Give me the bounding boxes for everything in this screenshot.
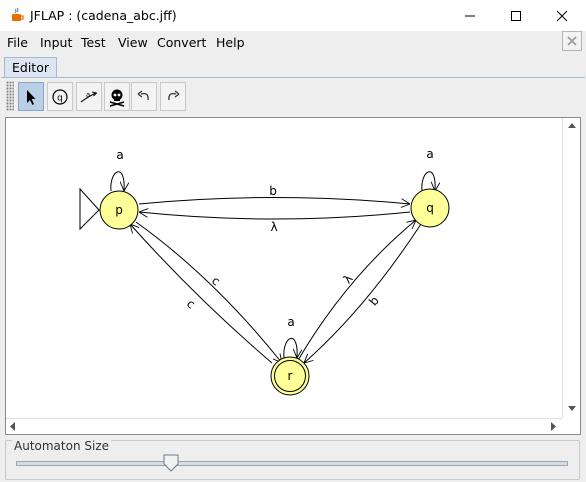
scroll-right-icon[interactable] (551, 422, 556, 431)
close-button[interactable] (539, 0, 585, 31)
minimize-icon (465, 15, 475, 16)
tab-divider (1, 77, 585, 78)
arrow-pointer-icon (27, 89, 36, 105)
label-r-p: c (184, 296, 198, 311)
close-tab-button[interactable] (562, 31, 582, 51)
scroll-up-icon[interactable] (568, 123, 576, 128)
label-r-r: a (287, 315, 294, 329)
window-title: JFLAP : (cadena_abc.jff) (30, 8, 177, 23)
deleter-tool[interactable] (104, 82, 130, 111)
state-creator-tool[interactable]: q (47, 82, 73, 111)
menu-input[interactable]: Input (40, 35, 72, 50)
tab-strip (0, 55, 586, 78)
maximize-button[interactable] (493, 0, 539, 31)
transition-p-p[interactable] (110, 171, 124, 191)
automaton-size-label: Automaton Size (12, 439, 112, 453)
menu-file[interactable]: File (7, 35, 28, 50)
label-q-r: b (366, 294, 382, 309)
menu-view[interactable]: View (118, 35, 148, 50)
minimize-button[interactable] (447, 0, 493, 31)
label-r-q: λ (340, 272, 355, 286)
transition-r-q[interactable] (296, 220, 416, 363)
svg-text:q: q (57, 93, 63, 103)
state-label-q: q (426, 201, 434, 215)
transition-creator-icon: a (80, 91, 98, 102)
label-p-q: b (269, 184, 277, 198)
close-icon (556, 10, 568, 21)
label-q-p: λ (270, 220, 277, 234)
transition-creator-tool[interactable]: a (76, 82, 102, 111)
transition-q-q[interactable] (421, 171, 435, 191)
tab-editor[interactable]: Editor (4, 57, 57, 78)
state-label-p: p (115, 203, 123, 217)
undo-icon (137, 89, 149, 100)
transition-q-p[interactable] (139, 212, 411, 220)
java-app-icon (12, 7, 24, 21)
menu-test[interactable]: Test (81, 35, 106, 50)
label-p-p: a (116, 148, 123, 162)
toolbar-grip[interactable] (6, 81, 14, 111)
svg-text:a: a (86, 91, 90, 99)
state-q[interactable]: q (410, 188, 450, 228)
automaton-canvas[interactable]: a a a b λ c c λ b p q r (6, 118, 562, 418)
vertical-scrollbar[interactable] (562, 118, 580, 418)
label-p-r: c (209, 273, 223, 288)
scroll-left-icon[interactable] (10, 422, 15, 431)
state-creator-icon: q (52, 88, 68, 105)
transition-p-r[interactable] (135, 221, 282, 363)
label-q-q: a (426, 147, 433, 161)
transition-r-p[interactable] (130, 224, 273, 364)
scroll-down-icon[interactable] (568, 406, 576, 411)
transition-q-r[interactable] (304, 223, 422, 363)
redo-button[interactable] (160, 82, 186, 111)
undo-button[interactable] (131, 82, 157, 111)
state-label-r: r (288, 369, 293, 383)
slider-thumb[interactable] (162, 454, 180, 472)
maximize-icon (511, 10, 521, 21)
transition-r-r[interactable] (283, 337, 297, 358)
transition-p-q[interactable] (138, 197, 410, 205)
menu-help[interactable]: Help (216, 35, 245, 50)
initial-state-arrow (79, 187, 100, 231)
horizontal-scrollbar[interactable] (6, 418, 562, 434)
automaton-size-slider[interactable] (16, 461, 568, 466)
close-icon (567, 36, 577, 46)
redo-icon (168, 89, 180, 100)
state-p[interactable]: p (99, 190, 139, 230)
menu-convert[interactable]: Convert (157, 35, 206, 50)
state-r[interactable]: r (270, 356, 310, 396)
attribute-editor-tool[interactable] (18, 82, 44, 111)
skull-crossbones-icon (109, 89, 125, 107)
